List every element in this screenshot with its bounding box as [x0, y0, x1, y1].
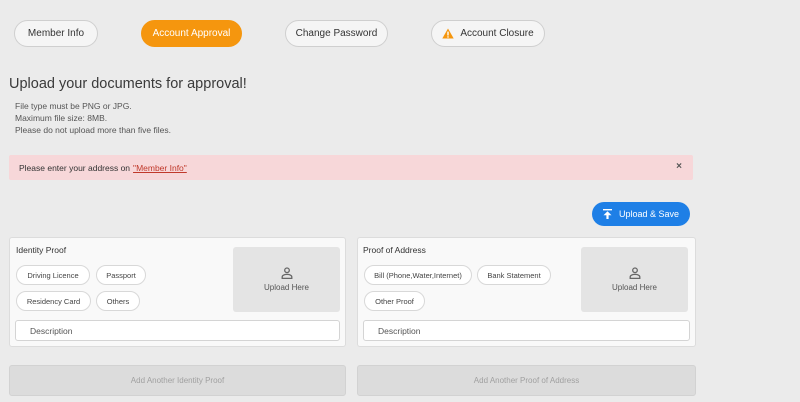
- tab-account-approval-label: Account Approval: [152, 28, 231, 39]
- tab-account-closure[interactable]: Account Closure: [431, 20, 545, 47]
- user-icon: [281, 267, 292, 279]
- warning-icon: [442, 28, 455, 39]
- upload-here-label: Upload Here: [612, 283, 657, 292]
- chip-bank-statement[interactable]: Bank Statement: [477, 265, 551, 285]
- upload-save-button[interactable]: Upload & Save: [592, 202, 690, 226]
- address-description-input[interactable]: Description: [363, 320, 690, 341]
- upload-icon: [602, 209, 612, 219]
- member-info-link[interactable]: "Member Info": [133, 163, 187, 173]
- chip-others[interactable]: Others: [96, 291, 140, 311]
- chip-driving-licence[interactable]: Driving Licence: [16, 265, 90, 285]
- file-size-hint: Maximum file size: 8MB.: [15, 113, 108, 123]
- chip-residency-card[interactable]: Residency Card: [16, 291, 91, 311]
- user-icon: [629, 267, 640, 279]
- identity-upload-dropzone[interactable]: Upload Here: [233, 247, 340, 312]
- page-title: Upload your documents for approval!: [9, 76, 247, 92]
- address-alert: Please enter your address on "Member Inf…: [9, 155, 693, 180]
- identity-proof-title: Identity Proof: [16, 245, 67, 255]
- add-proof-of-address-button[interactable]: Add Another Proof of Address: [357, 365, 696, 396]
- close-icon[interactable]: ×: [676, 161, 682, 172]
- tab-member-info[interactable]: Member Info: [14, 20, 98, 47]
- tab-account-approval[interactable]: Account Approval: [141, 20, 242, 47]
- proof-of-address-panel: Proof of Address Bill (Phone,Water,Inter…: [357, 237, 696, 347]
- add-identity-proof-button[interactable]: Add Another Identity Proof: [9, 365, 346, 396]
- tab-change-password-label: Change Password: [295, 28, 378, 39]
- tab-change-password[interactable]: Change Password: [285, 20, 388, 47]
- chip-bill[interactable]: Bill (Phone,Water,Internet): [364, 265, 472, 285]
- identity-proof-panel: Identity Proof Driving Licence Passport …: [9, 237, 346, 347]
- address-upload-dropzone[interactable]: Upload Here: [581, 247, 688, 312]
- upload-here-label: Upload Here: [264, 283, 309, 292]
- alert-text: Please enter your address on: [19, 162, 131, 173]
- chip-other-proof[interactable]: Other Proof: [364, 291, 425, 311]
- chip-passport[interactable]: Passport: [96, 265, 146, 285]
- tab-member-info-label: Member Info: [27, 28, 85, 39]
- file-count-hint: Please do not upload more than five file…: [15, 125, 171, 135]
- upload-save-label: Upload & Save: [618, 209, 680, 219]
- file-type-hint: File type must be PNG or JPG.: [15, 101, 132, 111]
- tab-account-closure-label: Account Closure: [460, 28, 534, 39]
- identity-description-input[interactable]: Description: [15, 320, 340, 341]
- proof-of-address-title: Proof of Address: [363, 245, 426, 255]
